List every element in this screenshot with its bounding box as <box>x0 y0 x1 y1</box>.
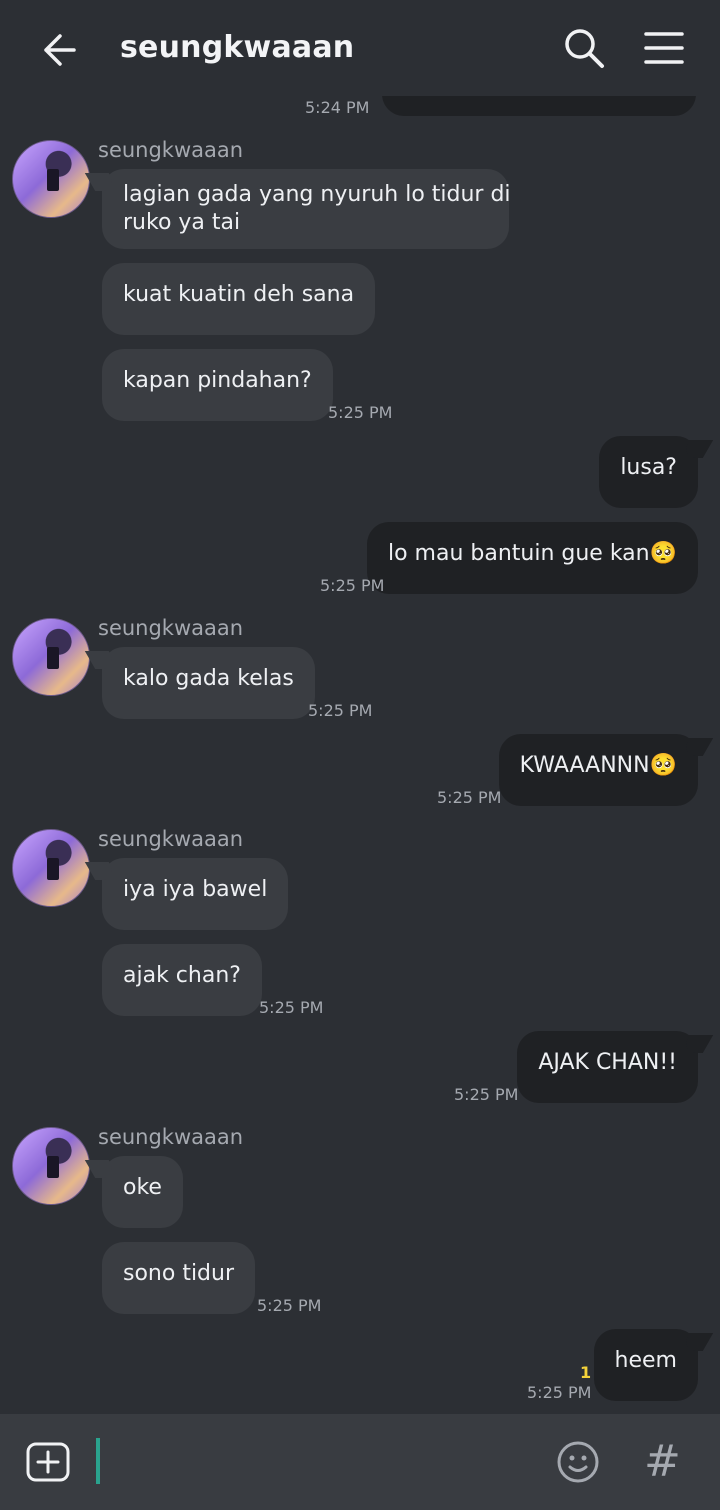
message-bubble-incoming[interactable]: oke <box>102 1156 183 1228</box>
message-text: kapan pindahan? <box>123 368 312 393</box>
message-bubble-outgoing[interactable]: heem <box>593 1329 698 1401</box>
message-bubble-incoming[interactable]: sono tidur <box>102 1242 256 1314</box>
sender-name: seungkwaaan <box>98 1125 244 1149</box>
message-bubble-outgoing[interactable]: lusa? <box>599 436 698 508</box>
message-text: KWAAANNN🥺 <box>519 753 677 778</box>
chat-title[interactable]: seungkwaaan <box>120 30 354 65</box>
message-text: heem <box>614 1348 677 1373</box>
message-text: kalo gada kelas <box>123 666 294 691</box>
message-text: iya iya bawel <box>123 877 268 902</box>
avatar[interactable] <box>12 1127 90 1205</box>
sender-name: seungkwaaan <box>98 827 244 851</box>
chat-header: seungkwaaan <box>0 0 720 96</box>
message-time: 5:25 PM <box>259 998 324 1017</box>
emoji-icon[interactable] <box>556 1440 600 1484</box>
message-bubble-outgoing[interactable]: lo mau bantuin gue kan🥺 <box>366 522 698 594</box>
message-bubble-outgoing[interactable]: AJAK CHAN!! <box>517 1031 698 1103</box>
sender-name: seungkwaaan <box>98 138 244 162</box>
message-text: sono tidur <box>123 1261 235 1286</box>
message-bubble-partial[interactable] <box>382 96 696 116</box>
message-composer <box>0 1414 720 1510</box>
message-bubble-incoming[interactable]: lagian gada yang nyuruh lo tidur di ruko… <box>102 169 511 249</box>
message-time: 5:25 PM <box>437 788 502 807</box>
message-time: 5:25 PM <box>257 1296 322 1315</box>
message-time: 5:25 PM <box>320 576 385 595</box>
avatar[interactable] <box>12 140 90 218</box>
message-bubble-incoming[interactable]: ajak chan? <box>102 944 262 1016</box>
message-bubble-incoming[interactable]: kuat kuatin deh sana <box>102 263 376 335</box>
sender-name: seungkwaaan <box>98 616 244 640</box>
message-bubble-incoming[interactable]: iya iya bawel <box>102 858 289 930</box>
message-bubble-incoming[interactable]: kalo gada kelas <box>102 647 315 719</box>
message-text: ruko ya tai <box>123 210 241 235</box>
search-icon[interactable] <box>562 26 606 70</box>
message-bubble-incoming[interactable]: kapan pindahan? <box>102 349 333 421</box>
message-time: 5:25 PM <box>527 1383 592 1402</box>
message-text: lusa? <box>620 455 677 480</box>
plus-icon[interactable] <box>26 1442 70 1482</box>
message-list[interactable]: 5:24 PM seungkwaaan lagian gada yang nyu… <box>0 96 720 1414</box>
message-text: lo mau bantuin gue kan🥺 <box>387 541 677 566</box>
message-text: lagian gada yang nyuruh lo tidur di <box>123 182 511 207</box>
unread-count: 1 <box>580 1363 592 1382</box>
hamburger-menu-icon[interactable] <box>644 30 684 66</box>
avatar[interactable] <box>12 618 90 696</box>
message-text: oke <box>123 1175 162 1200</box>
message-time: 5:24 PM <box>305 98 370 117</box>
message-text: ajak chan? <box>123 963 241 988</box>
message-time: 5:25 PM <box>454 1085 519 1104</box>
back-arrow-icon[interactable] <box>38 30 78 70</box>
message-text: kuat kuatin deh sana <box>123 282 355 307</box>
message-text: AJAK CHAN!! <box>538 1050 677 1075</box>
message-input[interactable] <box>96 1438 100 1484</box>
message-time: 5:25 PM <box>308 701 373 720</box>
message-time: 5:25 PM <box>328 403 393 422</box>
hash-icon[interactable]: # <box>644 1436 681 1487</box>
avatar[interactable] <box>12 829 90 907</box>
message-bubble-outgoing[interactable]: KWAAANNN🥺 <box>498 734 698 806</box>
